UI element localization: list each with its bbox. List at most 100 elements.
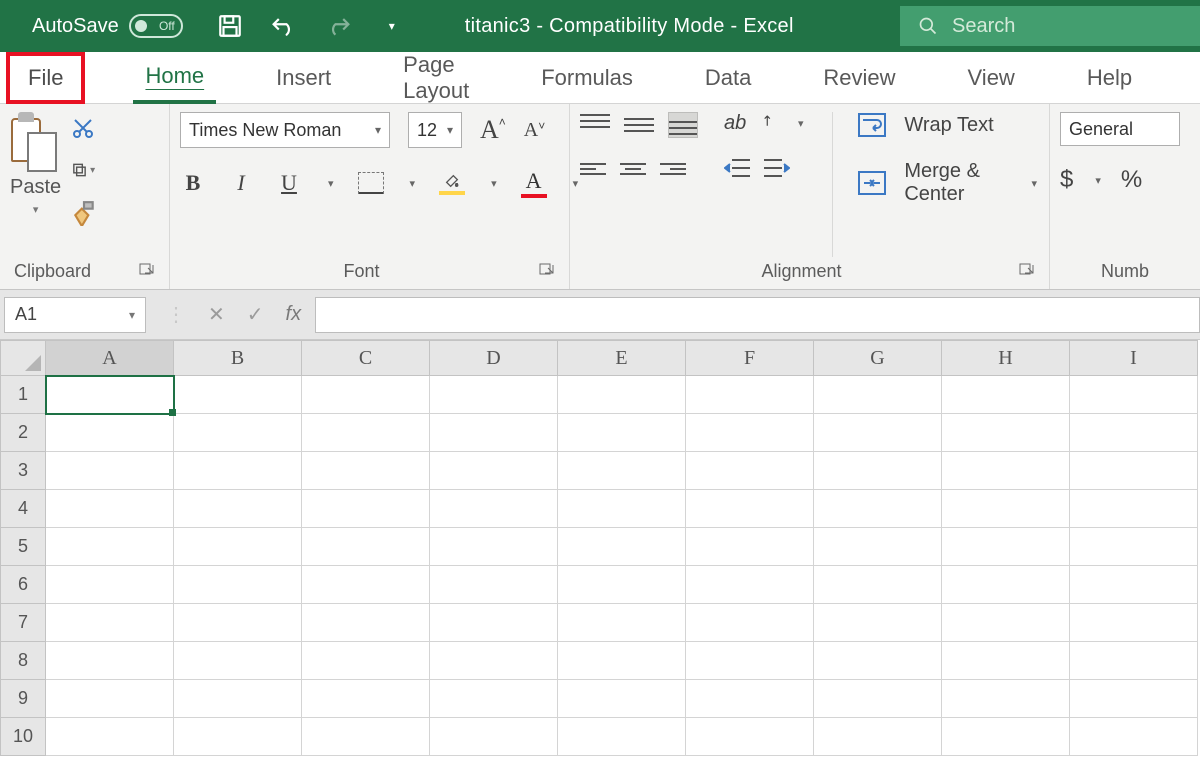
cell[interactable] xyxy=(302,376,430,414)
column-header[interactable]: E xyxy=(558,340,686,376)
underline-button[interactable]: U xyxy=(276,170,302,196)
cell[interactable] xyxy=(942,680,1070,718)
cell[interactable] xyxy=(430,642,558,680)
cell[interactable] xyxy=(174,490,302,528)
increase-indent-button[interactable] xyxy=(764,157,790,179)
orientation-button[interactable]: ab xyxy=(724,112,746,135)
alignment-launcher-icon[interactable] xyxy=(1019,263,1035,279)
cell[interactable] xyxy=(1070,490,1198,528)
cell[interactable] xyxy=(430,528,558,566)
row-header[interactable]: 1 xyxy=(0,376,46,414)
tab-acrobat[interactable]: Acrobat xyxy=(1192,52,1200,104)
cell[interactable] xyxy=(558,718,686,756)
cell[interactable] xyxy=(430,414,558,452)
column-header[interactable]: A xyxy=(46,340,174,376)
cell[interactable] xyxy=(814,490,942,528)
column-header[interactable]: F xyxy=(686,340,814,376)
cell[interactable] xyxy=(1070,528,1198,566)
currency-button[interactable]: $ xyxy=(1060,166,1073,194)
column-header[interactable]: I xyxy=(1070,340,1198,376)
font-size-select[interactable]: 12▾ xyxy=(408,112,462,148)
cell[interactable] xyxy=(46,718,174,756)
cell[interactable] xyxy=(174,528,302,566)
cell[interactable] xyxy=(302,528,430,566)
cell[interactable] xyxy=(46,642,174,680)
name-box[interactable]: A1▾ xyxy=(4,297,146,333)
borders-button[interactable] xyxy=(358,172,384,194)
cell[interactable] xyxy=(686,642,814,680)
column-header[interactable]: B xyxy=(174,340,302,376)
cell[interactable] xyxy=(302,452,430,490)
cell[interactable] xyxy=(558,680,686,718)
cell[interactable] xyxy=(302,490,430,528)
cell[interactable] xyxy=(942,718,1070,756)
cell[interactable] xyxy=(1070,376,1198,414)
font-launcher-icon[interactable] xyxy=(539,263,555,279)
cell[interactable] xyxy=(814,414,942,452)
cancel-formula-icon[interactable]: ✕ xyxy=(208,302,225,327)
column-header[interactable]: G xyxy=(814,340,942,376)
row-header[interactable]: 4 xyxy=(0,490,46,528)
percent-button[interactable]: % xyxy=(1121,166,1142,194)
cell[interactable] xyxy=(686,718,814,756)
cell[interactable] xyxy=(686,528,814,566)
cell[interactable] xyxy=(814,452,942,490)
cell[interactable] xyxy=(814,604,942,642)
cell[interactable] xyxy=(430,376,558,414)
currency-more[interactable]: ▾ xyxy=(1091,174,1103,187)
cell[interactable] xyxy=(174,376,302,414)
cell[interactable] xyxy=(302,414,430,452)
copy-icon[interactable]: ▾ xyxy=(71,158,95,182)
cell[interactable] xyxy=(46,604,174,642)
tab-insert[interactable]: Insert xyxy=(264,52,343,104)
tab-view[interactable]: View xyxy=(956,52,1027,104)
cell[interactable] xyxy=(1070,566,1198,604)
align-center-button[interactable] xyxy=(620,160,646,178)
tab-page-layout[interactable]: Page Layout xyxy=(391,52,481,104)
row-header[interactable]: 5 xyxy=(0,528,46,566)
cell[interactable] xyxy=(686,566,814,604)
cell[interactable] xyxy=(686,604,814,642)
row-header[interactable]: 2 xyxy=(0,414,46,452)
cell[interactable] xyxy=(686,414,814,452)
redo-icon[interactable] xyxy=(325,13,351,39)
paste-button[interactable]: Paste ▾ xyxy=(10,112,61,216)
format-painter-icon[interactable] xyxy=(71,200,95,224)
row-header[interactable]: 9 xyxy=(0,680,46,718)
tab-home[interactable]: Home xyxy=(133,52,216,104)
cell[interactable] xyxy=(942,490,1070,528)
font-name-select[interactable]: Times New Roman▾ xyxy=(180,112,390,148)
row-header[interactable]: 7 xyxy=(0,604,46,642)
orientation-more[interactable]: ▾ xyxy=(794,117,806,130)
cell[interactable] xyxy=(558,566,686,604)
cell[interactable] xyxy=(174,452,302,490)
cell[interactable] xyxy=(1070,718,1198,756)
enter-formula-icon[interactable]: ✓ xyxy=(247,302,264,327)
clipboard-launcher-icon[interactable] xyxy=(139,263,155,279)
align-middle-button[interactable] xyxy=(624,112,654,138)
cell[interactable] xyxy=(430,604,558,642)
cell[interactable] xyxy=(430,490,558,528)
number-format-select[interactable]: General xyxy=(1060,112,1180,146)
italic-button[interactable]: I xyxy=(228,170,254,196)
cell[interactable] xyxy=(942,414,1070,452)
font-color-button[interactable]: A xyxy=(521,168,547,198)
cell[interactable] xyxy=(430,718,558,756)
autosave-switch[interactable]: Off xyxy=(129,14,183,38)
cell[interactable] xyxy=(814,680,942,718)
cell[interactable] xyxy=(686,376,814,414)
cell[interactable] xyxy=(942,376,1070,414)
tab-review[interactable]: Review xyxy=(811,52,907,104)
cell[interactable] xyxy=(942,566,1070,604)
cell[interactable] xyxy=(942,452,1070,490)
fx-icon[interactable]: fx xyxy=(286,303,302,326)
save-icon[interactable] xyxy=(217,13,243,39)
cell[interactable] xyxy=(46,414,174,452)
column-header[interactable]: D xyxy=(430,340,558,376)
cell[interactable] xyxy=(558,452,686,490)
formula-input[interactable] xyxy=(315,297,1200,333)
cell[interactable] xyxy=(686,490,814,528)
column-header[interactable]: H xyxy=(942,340,1070,376)
qat-more-icon[interactable]: ▾ xyxy=(379,13,405,39)
align-top-button[interactable] xyxy=(580,112,610,138)
